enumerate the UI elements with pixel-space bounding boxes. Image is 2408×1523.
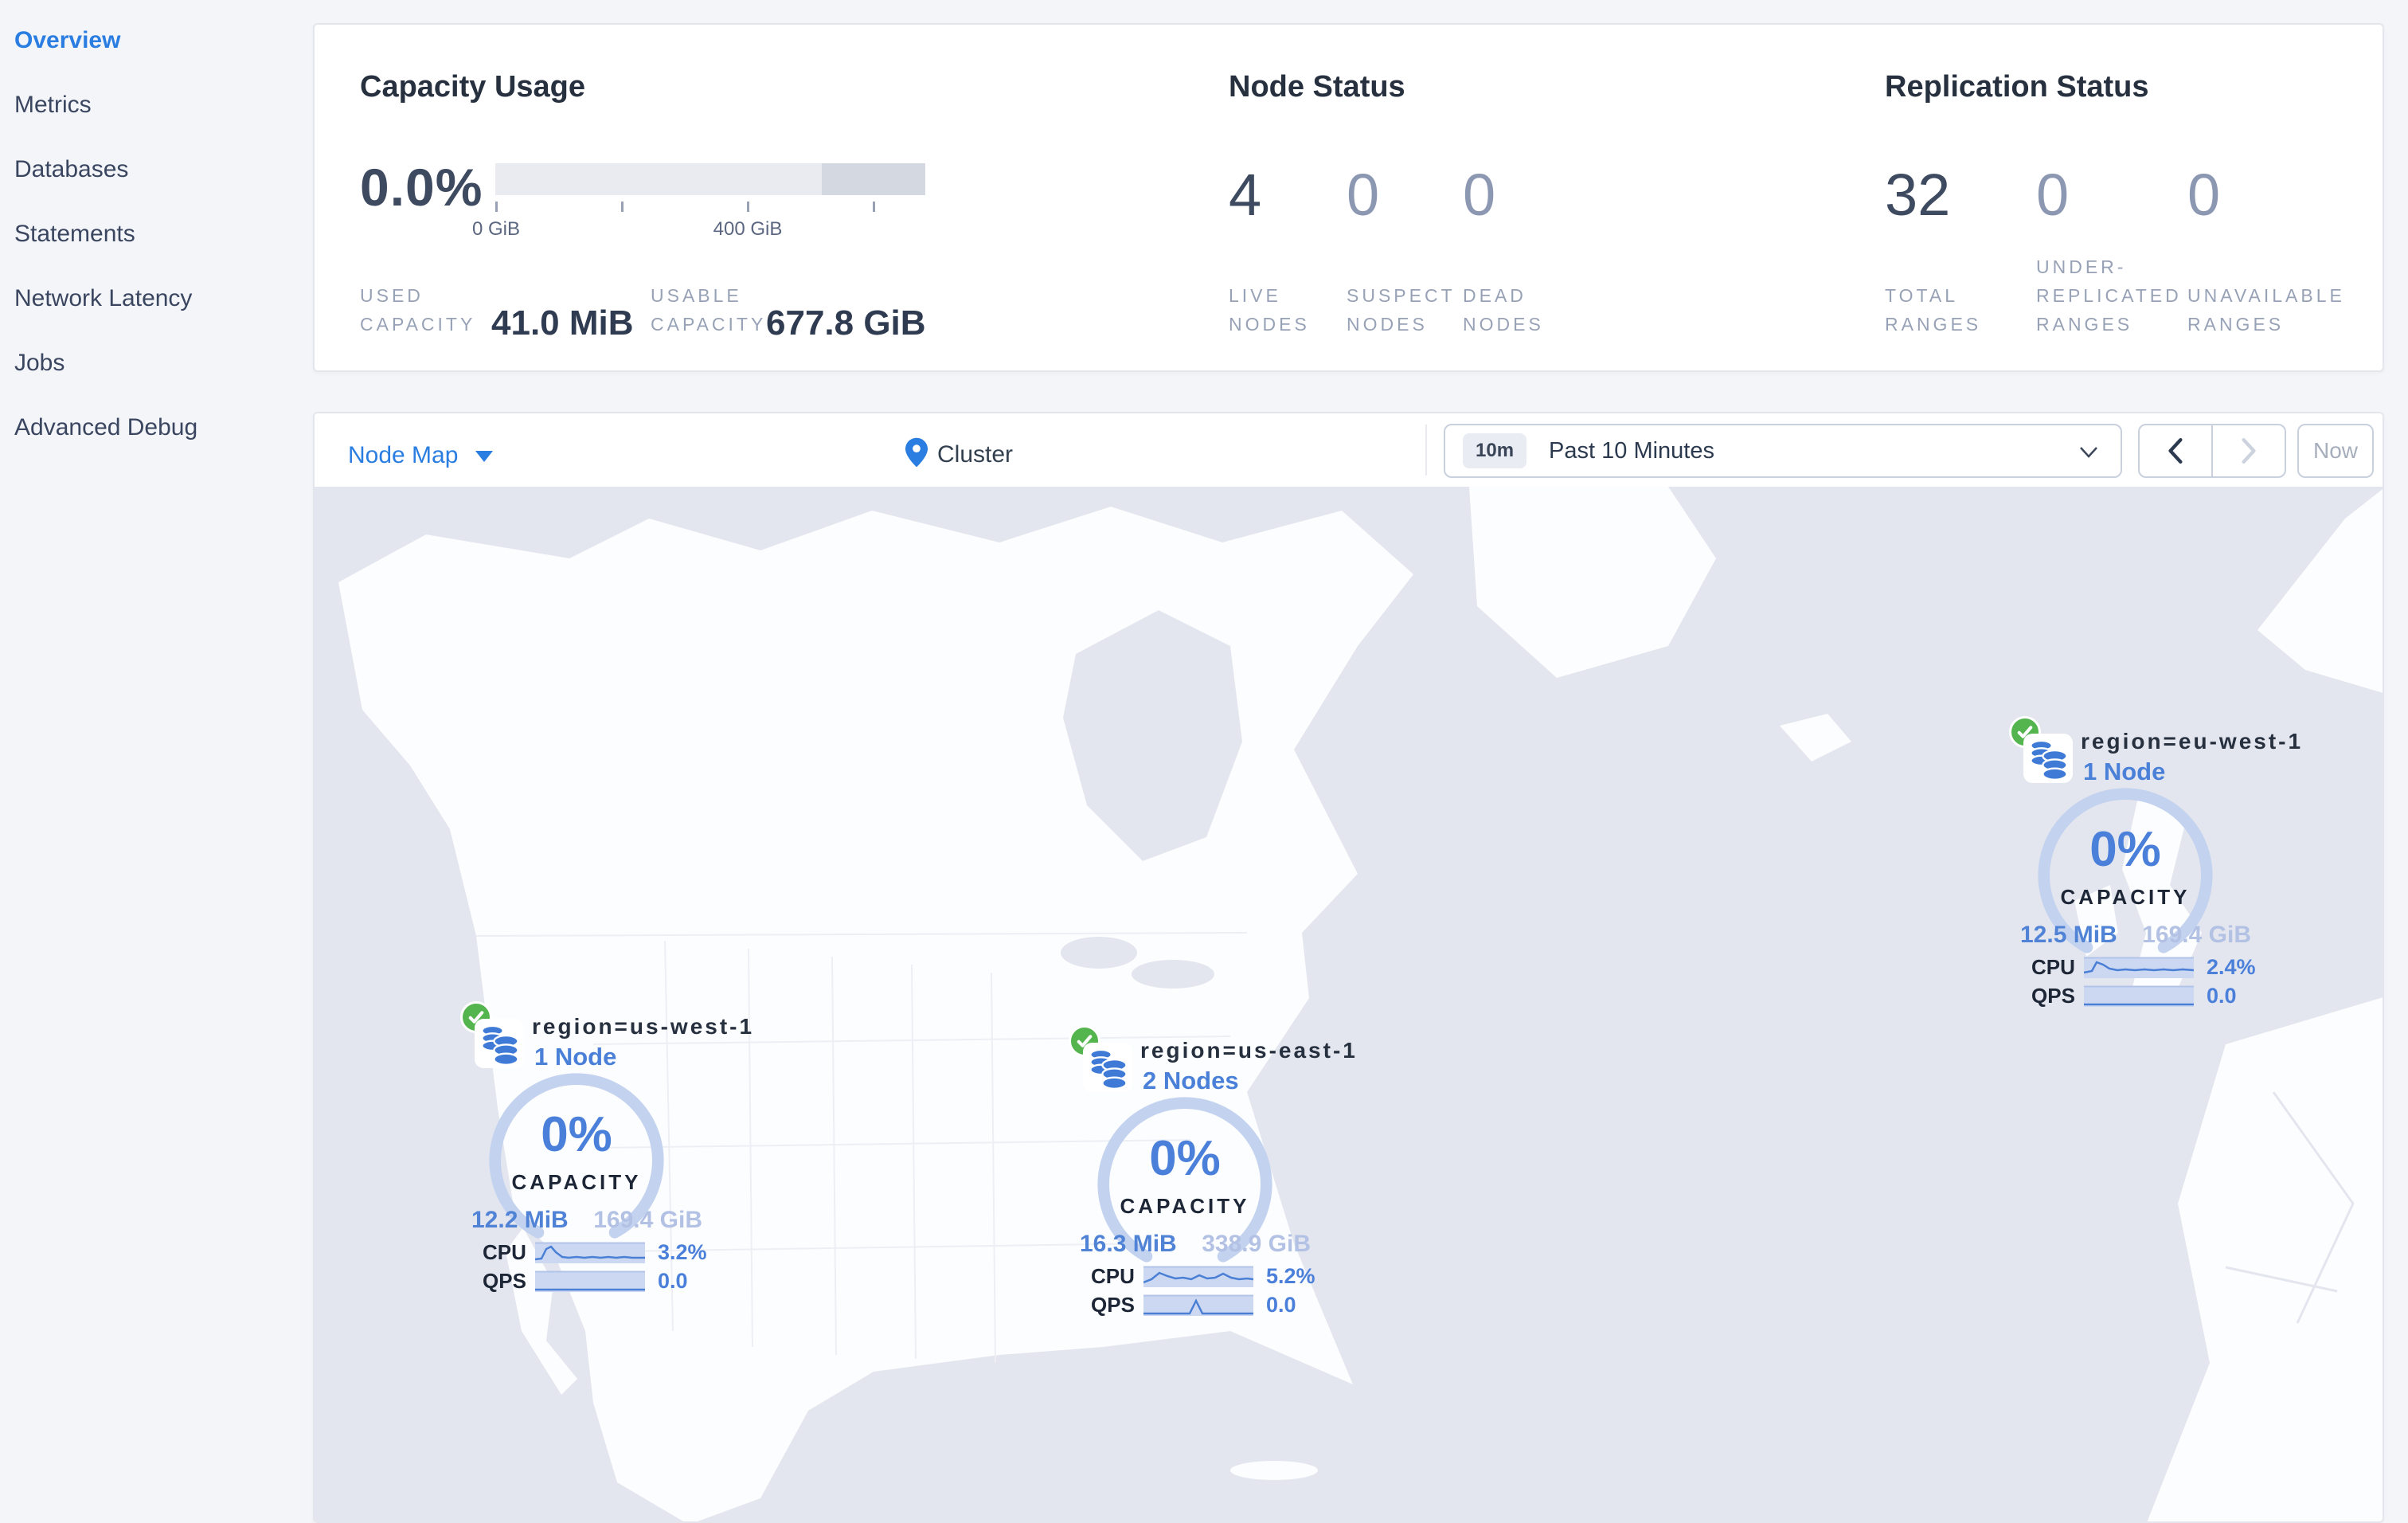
capacity-used-percent: 0.0%	[360, 158, 483, 217]
view-mode-dropdown[interactable]: Node Map	[348, 442, 494, 469]
qps-sparkline	[1143, 1294, 1253, 1316]
world-map: region=us-west-1 1 Node 0% CAPACITY 12.2…	[315, 487, 2383, 1521]
cpu-value: 3.2%	[658, 1240, 707, 1264]
breadcrumb[interactable]: Cluster	[905, 437, 1013, 472]
map-pin-icon	[905, 437, 928, 468]
unavailable-ranges-count: 0	[2187, 162, 2221, 228]
toolbar-divider	[1425, 425, 1427, 476]
usable-capacity-label: USABLE CAPACITY	[651, 285, 767, 335]
capacity-percent: 0%	[541, 1107, 612, 1162]
capacity-caption: CAPACITY	[511, 1170, 642, 1194]
region-marker-us-west-1[interactable]: region=us-west-1 1 Node 0% CAPACITY 12.2…	[455, 1001, 752, 1293]
capacity-axis-tick	[873, 202, 875, 212]
time-back-button[interactable]	[2140, 425, 2211, 476]
total-ranges-count: 32	[1885, 162, 1951, 228]
used-capacity-value: 41.0 MiB	[491, 303, 634, 343]
qps-value: 0.0	[658, 1269, 688, 1293]
capacity-bar-reserved-segment	[822, 163, 925, 195]
cpu-value: 5.2%	[1266, 1264, 1315, 1288]
suspect-nodes-count: 0	[1347, 162, 1380, 228]
dead-nodes-label: DEAD NODES	[1463, 285, 1544, 335]
capacity-axis-label-0: 0 GiB	[471, 218, 521, 240]
qps-sparkline	[2084, 985, 2194, 1007]
sidebar: Overview Metrics Databases Statements Ne…	[0, 0, 312, 1523]
sidebar-item-metrics[interactable]: Metrics	[14, 90, 312, 120]
node-map-panel: Node Map Cluster 10m Past 10 Minutes Now…	[313, 412, 2384, 1523]
sidebar-item-overview[interactable]: Overview	[14, 25, 312, 56]
chevron-down-icon	[475, 451, 494, 463]
capacity-usage-title: Capacity Usage	[360, 70, 586, 104]
used-capacity: 16.3 MiB	[1080, 1231, 1177, 1257]
node-map-toolbar: Node Map Cluster 10m Past 10 Minutes Now	[315, 413, 2383, 487]
cpu-sparkline	[2084, 957, 2194, 978]
time-forward-button[interactable]	[2211, 425, 2285, 476]
cpu-label: CPU	[483, 1240, 526, 1264]
region-marker-us-east-1[interactable]: region=us-east-1 2 Nodes 0% CAPACITY 16.…	[1064, 1025, 1355, 1317]
database-stack-icon	[475, 1019, 524, 1068]
under-replicated-ranges-count: 0	[2036, 162, 2070, 228]
capacity-axis-tick	[621, 202, 624, 212]
cpu-sparkline	[535, 1242, 645, 1263]
sidebar-item-statements[interactable]: Statements	[14, 219, 312, 249]
replication-status-title: Replication Status	[1885, 70, 2149, 104]
capacity-bar	[495, 163, 925, 195]
total-capacity: 169.4 GiB	[2142, 922, 2251, 948]
sidebar-item-databases[interactable]: Databases	[14, 155, 312, 185]
database-stack-icon	[1083, 1043, 1132, 1092]
capacity-percent: 0%	[1149, 1131, 1221, 1186]
cpu-value: 2.4%	[2207, 955, 2256, 979]
chevron-right-icon	[2242, 438, 2256, 464]
qps-sparkline	[535, 1270, 645, 1292]
dead-nodes-count: 0	[1463, 162, 1496, 228]
live-nodes-label: LIVE NODES	[1229, 285, 1310, 335]
now-button[interactable]: Now	[2297, 424, 2374, 478]
capacity-percent: 0%	[2089, 822, 2161, 877]
live-nodes-count: 4	[1229, 162, 1262, 228]
qps-label: QPS	[2031, 984, 2075, 1008]
database-stack-icon	[2023, 734, 2073, 783]
total-capacity: 169.4 GiB	[593, 1207, 702, 1233]
qps-value: 0.0	[2207, 984, 2237, 1008]
cpu-label: CPU	[2031, 955, 2075, 979]
sidebar-item-network-latency[interactable]: Network Latency	[14, 284, 312, 314]
chevron-down-icon	[2080, 447, 2097, 458]
breadcrumb-label: Cluster	[937, 441, 1014, 468]
capacity-caption: CAPACITY	[1120, 1194, 1250, 1218]
under-replicated-ranges-label: UNDER- REPLICATED RANGES	[2036, 256, 2182, 335]
capacity-axis-label-400: 400 GiB	[713, 218, 783, 240]
sidebar-item-jobs[interactable]: Jobs	[14, 348, 312, 378]
time-window-label: Past 10 Minutes	[1549, 437, 1714, 464]
capacity-axis-tick	[747, 202, 749, 212]
qps-label: QPS	[483, 1269, 526, 1293]
suspect-nodes-label: SUSPECT NODES	[1347, 285, 1456, 335]
region-label: region=us-west-1	[532, 1014, 755, 1039]
total-capacity: 338.9 GiB	[1202, 1231, 1311, 1257]
chevron-left-icon	[2168, 438, 2183, 464]
usable-capacity-value: 677.8 GiB	[766, 303, 926, 343]
node-status-title: Node Status	[1229, 70, 1405, 104]
used-capacity: 12.5 MiB	[2020, 922, 2117, 948]
sidebar-item-advanced-debug[interactable]: Advanced Debug	[14, 413, 312, 443]
time-step-buttons	[2138, 424, 2286, 478]
time-window-badge: 10m	[1463, 433, 1527, 468]
time-window-selector[interactable]: 10m Past 10 Minutes	[1444, 424, 2122, 478]
total-ranges-label: TOTAL RANGES	[1885, 285, 1982, 335]
cpu-label: CPU	[1091, 1264, 1135, 1288]
used-capacity-label: USED CAPACITY	[360, 285, 476, 335]
unavailable-ranges-label: UNAVAILABLE RANGES	[2187, 285, 2345, 335]
qps-value: 0.0	[1266, 1293, 1296, 1317]
region-marker-eu-west-1[interactable]: region=eu-west-1 1 Node 0% CAPACITY 12.5…	[2004, 716, 2300, 1008]
capacity-caption: CAPACITY	[2060, 885, 2191, 909]
capacity-axis-tick	[495, 202, 498, 212]
used-capacity: 12.2 MiB	[471, 1207, 569, 1233]
region-label: region=us-east-1	[1140, 1038, 1358, 1063]
qps-label: QPS	[1091, 1293, 1135, 1317]
cluster-summary-panel: Capacity Usage 0.0% 0 GiB 400 GiB USED CA…	[313, 23, 2384, 372]
cpu-sparkline	[1143, 1266, 1253, 1287]
region-label: region=eu-west-1	[2081, 729, 2304, 754]
